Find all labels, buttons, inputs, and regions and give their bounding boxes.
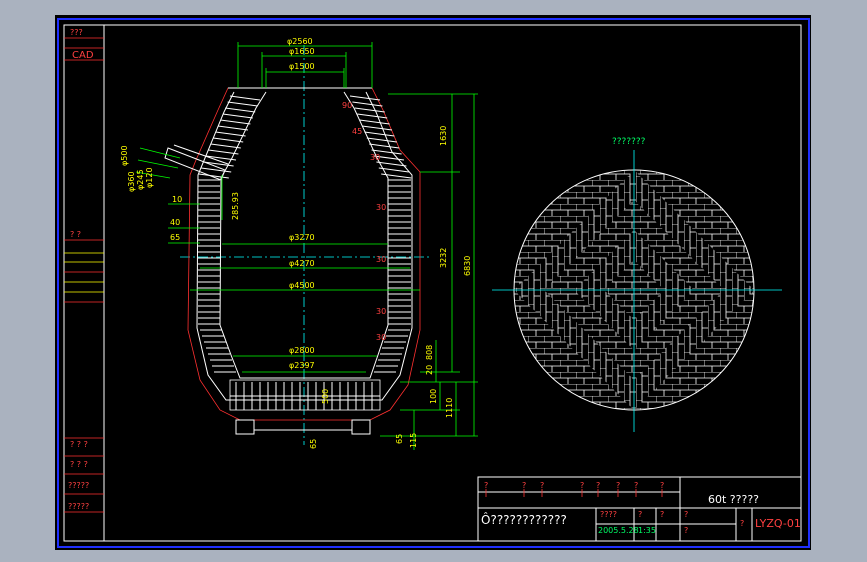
sheet-code: LYZQ-01: [755, 517, 801, 530]
dim-left-40: 40: [170, 218, 180, 227]
dim-808: 808: [425, 345, 434, 360]
zone-number: 45: [352, 127, 362, 136]
dim-6830: 6830: [463, 256, 472, 276]
side-label-b1: ? ? ?: [70, 440, 88, 449]
zone-number: 30: [376, 255, 386, 264]
title-label-d: ?: [684, 510, 688, 519]
title-label-a: ????: [600, 510, 617, 519]
drawing-date: 2005.5.28: [598, 526, 639, 535]
side-label-b4: ?????: [68, 502, 89, 511]
dim-100: 100: [429, 389, 438, 404]
dim-bottom-1: φ2800: [289, 346, 315, 355]
dim-3232: 3232: [439, 248, 448, 268]
drawing-scale: 1:35: [638, 526, 656, 535]
title-label-c: ?: [660, 510, 664, 519]
cad-canvas[interactable]: ??? CAD ? ? ? ? ? ? ? ? ????? ????? φ256…: [0, 0, 867, 562]
title-header-mark: ?: [634, 481, 638, 490]
title-header-mark: ?: [580, 481, 584, 490]
dim-tap-360: φ360: [127, 171, 136, 192]
title-header-mark: ?: [660, 481, 664, 490]
drawing-description: Ô????????????: [481, 512, 567, 527]
dim-1630: 1630: [439, 126, 448, 146]
dim-bottom-2: φ2397: [289, 361, 315, 370]
zone-number: 90: [342, 101, 352, 110]
drawing-title: 60t ?????: [708, 493, 759, 506]
title-label-f: ?: [740, 519, 744, 528]
plan-view-title: ???????: [612, 137, 646, 147]
dim-tap-245: φ245: [136, 169, 145, 190]
title-header-mark: ?: [522, 481, 526, 490]
zone-number: 30: [370, 153, 380, 162]
dim-500: 500: [321, 389, 330, 404]
side-label-top: ???: [70, 28, 83, 37]
dim-top-outer: φ2560: [287, 37, 313, 46]
dim-65-a: 65: [309, 439, 318, 449]
title-header-mark: ?: [484, 481, 488, 490]
dim-tap-500: φ500: [120, 145, 129, 166]
dim-left-10: 10: [172, 195, 182, 204]
zone-number: 30: [376, 203, 386, 212]
dim-tap-120: φ120: [145, 167, 154, 188]
zone-number: 30: [376, 333, 386, 342]
side-label-mid: ? ?: [70, 230, 81, 239]
title-label-b: ?: [638, 510, 642, 519]
zone-number: 30: [376, 307, 386, 316]
side-label-b3: ?????: [68, 481, 89, 490]
title-header-mark: ?: [616, 481, 620, 490]
side-label-cad: CAD: [72, 50, 94, 61]
dim-285: 285.93: [231, 192, 240, 220]
dim-body-3: φ4500: [289, 281, 315, 290]
dim-top-inner: φ1500: [289, 62, 315, 71]
title-header-mark: ?: [596, 481, 600, 490]
dim-65-b: 65: [395, 434, 404, 444]
dim-body-2: φ4270: [289, 259, 315, 268]
dim-body-1: φ3270: [289, 233, 315, 242]
side-label-b2: ? ? ?: [70, 460, 88, 469]
title-header-mark: ?: [540, 481, 544, 490]
dim-left-65: 65: [170, 233, 180, 242]
title-label-e: ?: [684, 526, 688, 535]
dim-top-mid: φ1650: [289, 47, 315, 56]
dim-115: 115: [409, 433, 418, 448]
dim-20: 20: [425, 365, 434, 375]
dim-1110: 1110: [445, 398, 454, 418]
